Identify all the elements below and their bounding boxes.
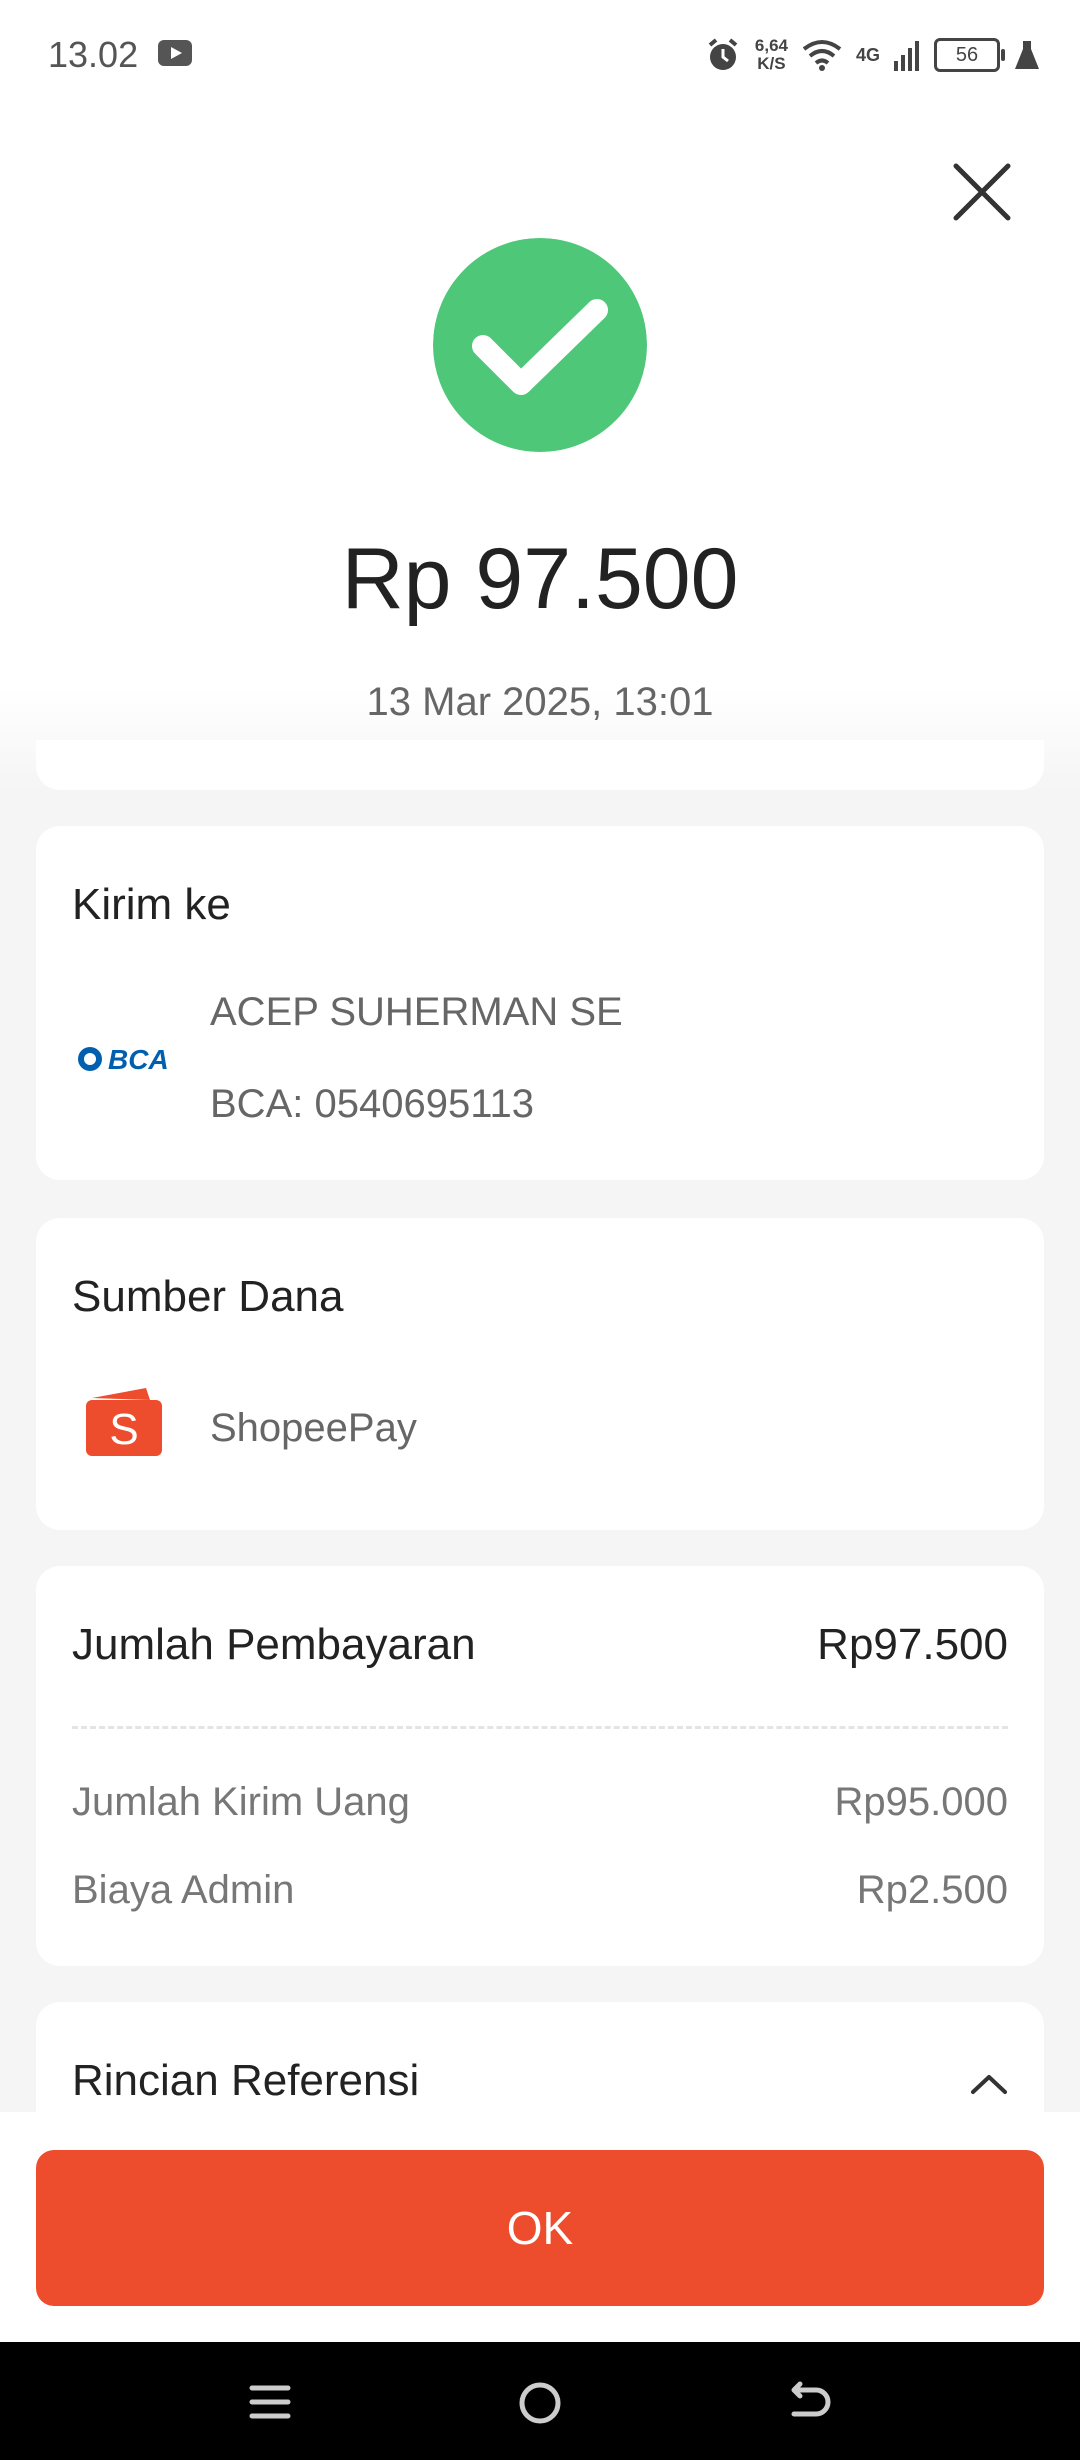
menu-icon[interactable] xyxy=(248,2380,292,2424)
recipient-card: Kirim ke BCA ACEP SUHERMAN SE BCA: 05406… xyxy=(36,826,1044,1180)
payment-title: Jumlah Pembayaran xyxy=(72,1620,476,1669)
success-check-icon xyxy=(433,238,647,452)
payment-card: Jumlah Pembayaran Rp97.500 Jumlah Kirim … xyxy=(36,1566,1044,1966)
send-amount-value: Rp95.000 xyxy=(834,1780,1008,1824)
back-icon[interactable] xyxy=(788,2380,832,2424)
bca-logo-text: BCA xyxy=(108,1044,169,1075)
chevron-up-icon[interactable] xyxy=(970,2072,1008,2096)
fund-source-card: Sumber Dana S ShopeePay xyxy=(36,1218,1044,1530)
admin-fee-value: Rp2.500 xyxy=(856,1868,1008,1912)
recipient-account: BCA: 0540695113 xyxy=(210,1082,534,1126)
status-icons: 6,64 K/S 4G 56 xyxy=(705,30,1040,80)
status-bar: 13.02 6,64 K/S 4G 56 xyxy=(0,0,1080,110)
svg-text:S: S xyxy=(109,1405,138,1454)
wifi-icon xyxy=(802,40,842,71)
network-speed: 6,64 K/S xyxy=(754,36,788,73)
close-icon[interactable] xyxy=(950,160,1014,224)
shopeepay-wallet-icon: S xyxy=(86,1388,162,1456)
send-amount-label: Jumlah Kirim Uang xyxy=(72,1780,410,1824)
bca-logo-icon: BCA xyxy=(78,1044,169,1075)
home-icon[interactable] xyxy=(517,2380,563,2426)
alarm-icon xyxy=(708,38,738,70)
status-time: 13.02 xyxy=(48,34,139,75)
flask-icon xyxy=(1015,41,1039,69)
reference-title: Rincian Referensi xyxy=(72,2056,420,2105)
signal-type: 4G xyxy=(855,44,880,65)
youtube-icon xyxy=(158,40,192,66)
signal-icon xyxy=(894,41,919,71)
header-card-edge xyxy=(36,740,1044,790)
transaction-amount: Rp 97.500 xyxy=(341,531,739,627)
transaction-datetime: 13 Mar 2025, 13:01 xyxy=(366,680,714,724)
battery-indicator: 56 xyxy=(934,38,1005,72)
fund-source-name: ShopeePay xyxy=(210,1406,417,1450)
divider xyxy=(72,1726,1008,1729)
payment-total: Rp97.500 xyxy=(817,1620,1008,1669)
recipient-name: ACEP SUHERMAN SE xyxy=(210,990,623,1034)
recipient-card-title: Kirim ke xyxy=(72,880,231,929)
admin-fee-label: Biaya Admin xyxy=(72,1868,295,1912)
ok-button[interactable]: OK xyxy=(36,2150,1044,2306)
navigation-bar xyxy=(0,2342,1080,2460)
fund-source-title: Sumber Dana xyxy=(72,1272,344,1321)
